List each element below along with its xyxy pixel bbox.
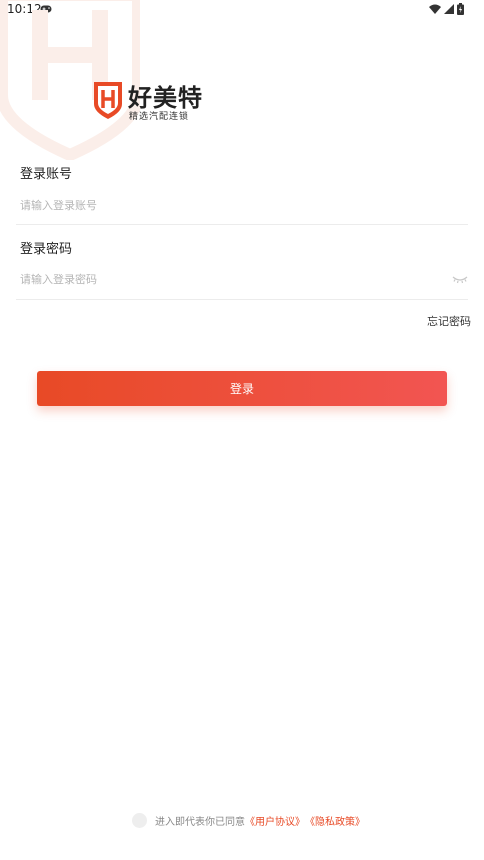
password-label: 登录密码: [20, 242, 73, 257]
login-button[interactable]: 登录: [37, 371, 447, 406]
user-agreement-link[interactable]: 《用户协议》: [245, 813, 305, 828]
password-input[interactable]: [20, 268, 440, 290]
wifi-icon: [429, 4, 441, 14]
privacy-policy-link[interactable]: 《隐私政策》: [305, 813, 365, 828]
battery-icon: [457, 3, 464, 15]
brand-name: 好美特: [128, 84, 203, 112]
password-divider: [16, 299, 468, 300]
agreement-checkbox[interactable]: [132, 812, 147, 828]
brand-logo: 好美特 精选汽配连锁: [92, 78, 222, 124]
account-divider: [16, 224, 468, 225]
forgot-password-link[interactable]: 忘记密码: [427, 313, 471, 329]
account-input[interactable]: [20, 194, 440, 216]
brand-slogan: 精选汽配连锁: [129, 112, 190, 122]
agreement-row: 进入即代表你已同意 《用户协议》 《隐私政策》: [132, 811, 365, 829]
signal-icon: [444, 4, 454, 14]
eye-closed-icon[interactable]: [452, 274, 468, 284]
shield-logo-icon: [94, 82, 122, 119]
agreement-text: 进入即代表你已同意: [155, 816, 245, 828]
account-label: 登录账号: [20, 167, 73, 182]
